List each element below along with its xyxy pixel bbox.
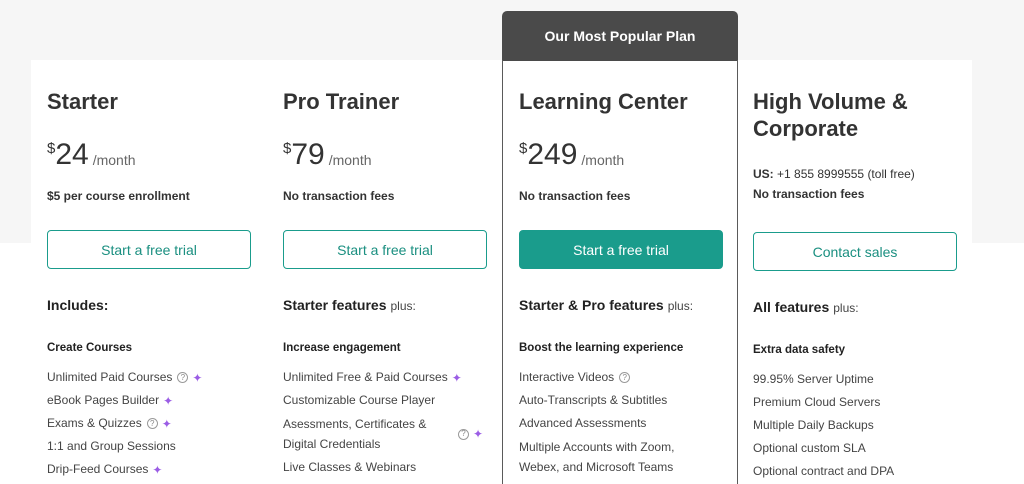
feature-list: Interactive Videos ? Auto-Transcripts & … [519, 366, 724, 479]
question-circle-icon[interactable]: ? [619, 372, 631, 383]
feature-group-title: Extra data safety [753, 344, 846, 356]
contact-sales-button[interactable]: Contact sales [753, 232, 957, 271]
feature-item: Premium Cloud Servers [753, 391, 958, 414]
sparkle-icon: ✦ [192, 370, 203, 385]
feature-item: Multiple Daily Backups [753, 414, 958, 437]
features-plus-label: plus: [667, 299, 694, 313]
plan-price: $ 79 /month [283, 138, 372, 172]
plan-name: Pro Trainer [283, 89, 400, 114]
feature-item: Auto-Transcripts & Subtitles [519, 389, 724, 412]
price-currency: $ [47, 140, 56, 157]
features-heading: All features plus: [753, 299, 859, 315]
question-circle-icon[interactable]: ? [177, 372, 189, 383]
sparkle-icon: ✦ [451, 370, 462, 385]
plan-fee: $5 per course enrollment [47, 189, 190, 203]
feature-item: Asessments, Certificates & Digital Crede… [283, 412, 488, 456]
feature-label: Advanced Assessments [519, 416, 647, 430]
feature-item: Live Classes & Webinars [283, 456, 488, 479]
feature-label: Multiple Daily Backups [753, 418, 874, 432]
features-heading-text: Starter & Pro features [519, 297, 664, 313]
popular-plan-label: Our Most Popular Plan [544, 28, 696, 44]
feature-item: Unlimited Free & Paid Courses ✦ [283, 366, 488, 389]
feature-item: 1:1 and Group Sessions [47, 435, 252, 458]
sparkle-icon: ✦ [163, 393, 174, 408]
plan-name: High Volume & Corporate [753, 89, 908, 141]
sparkle-icon: ✦ [152, 462, 163, 477]
phone-number[interactable]: +1 855 8999555 (toll free) [777, 167, 915, 181]
feature-item: Optional custom SLA [753, 437, 958, 460]
features-heading: Starter features plus: [283, 297, 416, 313]
feature-item: Interactive Videos ? [519, 366, 724, 389]
popular-plan-badge: Our Most Popular Plan [502, 11, 738, 61]
price-currency: $ [519, 140, 528, 157]
plan-fee: No transaction fees [519, 189, 631, 203]
plan-price: $ 24 /month [47, 138, 136, 172]
plan-price: $ 249 /month [519, 138, 624, 172]
sales-phone: US: +1 855 8999555 (toll free) [753, 167, 915, 181]
feature-label: Premium Cloud Servers [753, 395, 881, 409]
features-heading-text: Includes: [47, 297, 109, 313]
feature-label: Optional custom SLA [753, 441, 866, 455]
feature-item: Optional contract and DPA [753, 460, 958, 483]
feature-list: Unlimited Free & Paid Courses ✦ Customiz… [283, 366, 488, 479]
feature-label: Exams & Quizzes [47, 416, 142, 430]
feature-item: 99.95% Server Uptime [753, 368, 958, 391]
plan-name: Learning Center [519, 89, 688, 114]
features-heading: Includes: [47, 297, 108, 313]
features-plus-label: plus: [833, 301, 859, 315]
feature-label: Customizable Course Player [283, 393, 436, 407]
features-heading-text: All features [753, 299, 830, 315]
plan-fee: No transaction fees [283, 189, 395, 203]
feature-label: 1:1 and Group Sessions [47, 439, 176, 453]
features-heading-text: Starter features [283, 297, 387, 313]
features-plus-label: plus: [390, 299, 416, 313]
feature-item: Unlimited Paid Courses ? ✦ [47, 366, 252, 389]
price-amount: 249 [527, 138, 578, 171]
price-period: /month [328, 152, 372, 168]
feature-label: Auto-Transcripts & Subtitles [519, 393, 668, 407]
feature-label: Asessments, Certificates & Digital Crede… [283, 417, 427, 451]
feature-label: Multiple Accounts with Zoom, Webex, and … [519, 440, 675, 474]
sparkle-icon: ✦ [473, 427, 484, 441]
feature-label: 99.95% Server Uptime [753, 372, 874, 386]
feature-item: Customizable Course Player [283, 389, 488, 412]
question-circle-icon[interactable]: ? [146, 418, 158, 429]
plan-name: Starter [47, 89, 118, 114]
start-free-trial-button[interactable]: Start a free trial [47, 230, 251, 269]
price-period: /month [581, 152, 625, 168]
feature-label: Live Classes & Webinars [283, 460, 417, 474]
feature-item: eBook Pages Builder ✦ [47, 389, 252, 412]
price-amount: 79 [291, 138, 325, 171]
feature-label: Unlimited Free & Paid Courses [283, 370, 448, 384]
question-circle-icon[interactable]: ? [458, 428, 469, 440]
feature-item: Advanced Assessments [519, 412, 724, 435]
feature-group-title: Increase engagement [283, 342, 401, 354]
plan-fee: No transaction fees [753, 187, 865, 201]
feature-label: eBook Pages Builder [47, 393, 160, 407]
feature-list: Unlimited Paid Courses ? ✦ eBook Pages B… [47, 366, 252, 481]
feature-item: Exams & Quizzes ? ✦ [47, 412, 252, 435]
feature-label: Unlimited Paid Courses [47, 370, 173, 384]
phone-label: US: [753, 167, 774, 181]
start-free-trial-button[interactable]: Start a free trial [519, 230, 723, 269]
feature-list: 99.95% Server Uptime Premium Cloud Serve… [753, 368, 958, 483]
feature-label: Interactive Videos [519, 370, 615, 384]
price-period: /month [92, 152, 136, 168]
price-currency: $ [283, 140, 292, 157]
features-heading: Starter & Pro features plus: [519, 297, 693, 313]
feature-item: Multiple Accounts with Zoom, Webex, and … [519, 435, 724, 479]
start-free-trial-button[interactable]: Start a free trial [283, 230, 487, 269]
feature-group-title: Boost the learning experience [519, 342, 684, 354]
feature-label: Drip-Feed Courses [47, 462, 149, 476]
feature-label: Optional contract and DPA [753, 464, 895, 478]
feature-item: Drip-Feed Courses ✦ [47, 458, 252, 481]
price-amount: 24 [55, 138, 89, 171]
sparkle-icon: ✦ [161, 416, 172, 431]
feature-group-title: Create Courses [47, 342, 133, 354]
